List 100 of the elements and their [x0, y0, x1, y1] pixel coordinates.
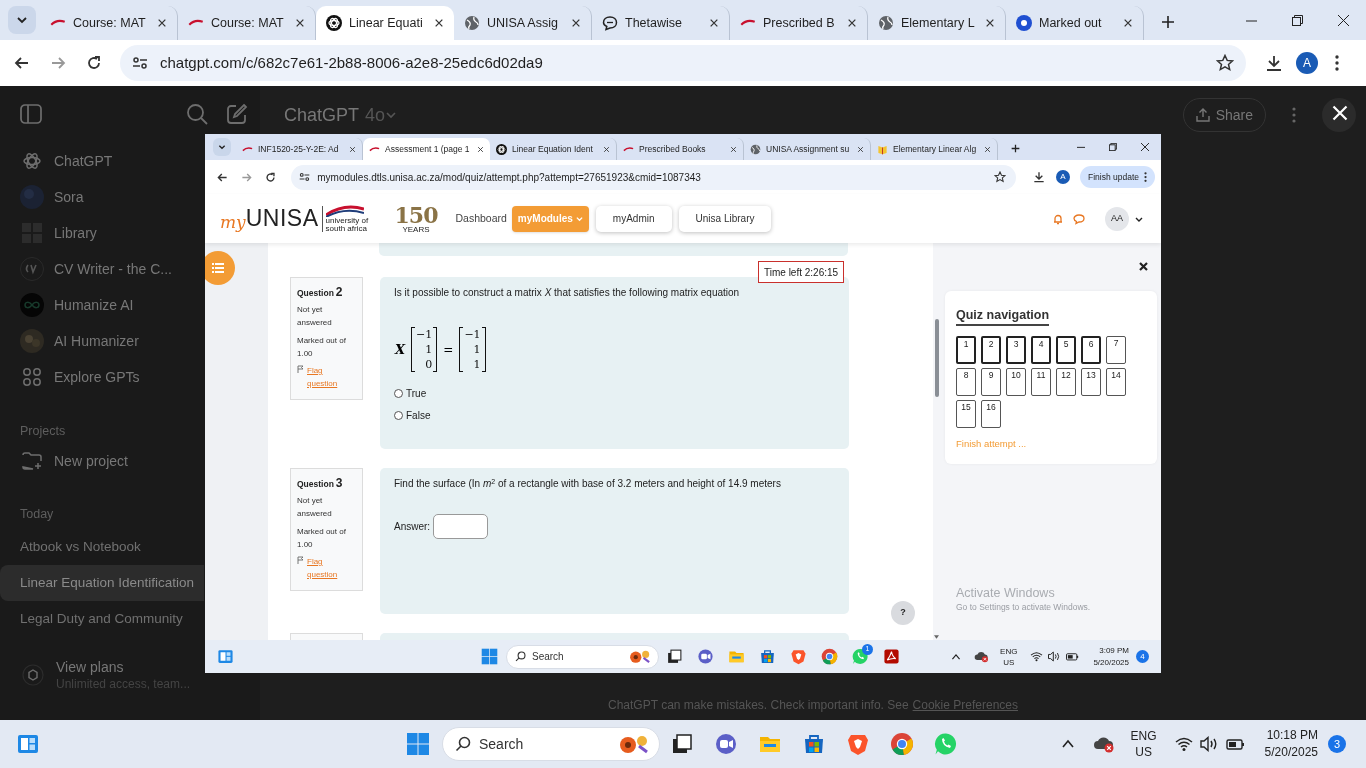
- address-bar[interactable]: mymodules.dtls.unisa.ac.za/mod/quiz/attempt.php?attempt=27651923&cmid=1087343: [291, 164, 1017, 190]
- close-icon[interactable]: [985, 18, 995, 28]
- drawer-close-icon[interactable]: [1139, 262, 1148, 271]
- bell-icon[interactable]: [1052, 212, 1064, 225]
- nav-link[interactable]: Dashboard: [455, 210, 507, 227]
- language-indicator[interactable]: ENG US: [1130, 728, 1157, 760]
- url-text[interactable]: chatgpt.com/c/682c7e61-2b88-8006-a2e8-25edc6d02da9: [160, 51, 1206, 75]
- close-icon[interactable]: [477, 145, 484, 153]
- speaker-icon[interactable]: [1047, 651, 1062, 662]
- close-icon[interactable]: [571, 18, 581, 28]
- question-nav-button[interactable]: 2: [981, 336, 1001, 364]
- notification-badge[interactable]: 3: [1328, 735, 1346, 753]
- answer-field[interactable]: [433, 514, 489, 539]
- profile-avatar[interactable]: A: [1056, 170, 1070, 184]
- tune-icon[interactable]: [299, 172, 311, 182]
- sidebar-item[interactable]: CV Writer - the C...: [0, 251, 200, 287]
- chat-icon[interactable]: [1073, 212, 1085, 225]
- windows-logo-icon[interactable]: [481, 648, 498, 665]
- tab-list-button[interactable]: [8, 6, 36, 34]
- windows-logo-icon[interactable]: [406, 732, 430, 756]
- close-icon[interactable]: [434, 18, 444, 28]
- close-icon[interactable]: [349, 145, 356, 153]
- sidebar-item[interactable]: ChatGPT: [0, 143, 200, 179]
- store-icon[interactable]: [759, 648, 776, 665]
- chrome-icon[interactable]: [821, 648, 838, 665]
- taskbar-search[interactable]: Search: [442, 727, 660, 761]
- sidebar-item[interactable]: Library: [0, 215, 200, 251]
- wifi-icon[interactable]: [1174, 736, 1193, 752]
- address-bar[interactable]: chatgpt.com/c/682c7e61-2b88-8006-a2e8-25edc6d02da9: [120, 45, 1246, 81]
- close-icon[interactable]: [847, 18, 857, 28]
- task-view-icon[interactable]: [670, 732, 694, 756]
- task-view-icon[interactable]: [666, 648, 683, 665]
- nav-button[interactable]: myAdmin: [595, 205, 672, 232]
- radio-option[interactable]: True: [394, 386, 849, 401]
- clock[interactable]: 10:18 PM 5/20/2025: [1264, 727, 1318, 761]
- close-icon[interactable]: [1123, 18, 1133, 28]
- question-nav-button[interactable]: 7: [1106, 336, 1126, 364]
- star-icon[interactable]: [1216, 54, 1234, 72]
- acrobat-icon[interactable]: [883, 648, 900, 665]
- sidebar-item[interactable]: Sora: [0, 179, 200, 215]
- browser-tab[interactable]: Assessment 1 (page 1: [363, 138, 490, 160]
- language-indicator[interactable]: ENG US: [1000, 645, 1018, 668]
- lion-shield-icon[interactable]: [846, 732, 870, 756]
- profile-avatar[interactable]: A: [1296, 52, 1318, 74]
- finish-update-button[interactable]: Finish update: [1079, 166, 1155, 188]
- compose-icon[interactable]: [226, 103, 248, 125]
- sidebar-item[interactable]: New project: [0, 443, 200, 479]
- close-icon[interactable]: [709, 18, 719, 28]
- question-nav-button[interactable]: 9: [981, 368, 1001, 396]
- model-title[interactable]: ChatGPT: [284, 101, 360, 129]
- taskbar-search[interactable]: Search: [506, 644, 659, 669]
- close-icon[interactable]: [295, 18, 305, 28]
- cloud-error-icon[interactable]: [1092, 735, 1115, 753]
- sidebar-item[interactable]: AI Humanizer: [0, 323, 200, 359]
- radio-option[interactable]: False: [394, 408, 849, 423]
- question-nav-button[interactable]: 1: [956, 336, 976, 364]
- wifi-icon[interactable]: [1030, 651, 1044, 662]
- question-nav-button[interactable]: 6: [1081, 336, 1101, 364]
- tab-list-button[interactable]: [213, 138, 231, 156]
- chrome-icon[interactable]: [890, 732, 914, 756]
- question-nav-button[interactable]: 15: [956, 400, 976, 428]
- nav-button[interactable]: Unisa Library: [678, 205, 772, 232]
- close-icon[interactable]: [984, 145, 991, 153]
- question-nav-button[interactable]: 16: [981, 400, 1001, 428]
- store-icon[interactable]: [802, 732, 826, 756]
- url-text[interactable]: mymodules.dtls.unisa.ac.za/mod/quiz/attempt.php?attempt=27651923&cmid=1087343: [317, 169, 988, 185]
- chat-history-item[interactable]: Atbook vs Notebook: [0, 529, 204, 565]
- sidebar-item[interactable]: Explore GPTs: [0, 359, 200, 395]
- chevron-up-icon[interactable]: [951, 651, 962, 662]
- close-icon[interactable]: [157, 18, 167, 28]
- question-nav-button[interactable]: 12: [1056, 368, 1076, 396]
- phone-bubble-icon[interactable]: [852, 648, 869, 665]
- drawer-toggle-button[interactable]: [205, 251, 235, 285]
- battery-icon[interactable]: [1224, 736, 1245, 752]
- question-nav-button[interactable]: 14: [1106, 368, 1126, 396]
- chat-history-item[interactable]: Legal Duty and Community: [0, 601, 204, 637]
- speaker-icon[interactable]: [1198, 736, 1219, 752]
- star-icon[interactable]: [994, 171, 1007, 183]
- lion-shield-icon[interactable]: [790, 648, 807, 665]
- clock[interactable]: 3:09 PM 5/20/2025: [1093, 644, 1129, 669]
- question-nav-button[interactable]: 13: [1081, 368, 1101, 396]
- close-icon[interactable]: [730, 145, 737, 153]
- widgets-icon[interactable]: [217, 648, 234, 665]
- scrollbar-thumb[interactable]: [935, 319, 939, 397]
- close-icon[interactable]: [603, 145, 610, 153]
- search-icon[interactable]: [186, 103, 208, 125]
- battery-icon[interactable]: [1065, 651, 1080, 662]
- question-nav-button[interactable]: 3: [1006, 336, 1026, 364]
- chat-history-item[interactable]: Linear Equation Identification: [0, 565, 204, 601]
- user-avatar[interactable]: AA: [1105, 206, 1129, 231]
- sidebar-item[interactable]: Humanize AI: [0, 287, 200, 323]
- video-call-icon[interactable]: [714, 732, 738, 756]
- notification-badge[interactable]: 4: [1136, 650, 1149, 663]
- question-nav-button[interactable]: 8: [956, 368, 976, 396]
- close-icon[interactable]: [857, 145, 864, 153]
- browser-tab[interactable]: Linear Equati: [316, 6, 454, 40]
- user-avatar[interactable]: [1322, 98, 1356, 132]
- cloud-error-icon[interactable]: [974, 650, 990, 663]
- video-call-icon[interactable]: [697, 648, 714, 665]
- sidebar-toggle-icon[interactable]: [20, 104, 42, 124]
